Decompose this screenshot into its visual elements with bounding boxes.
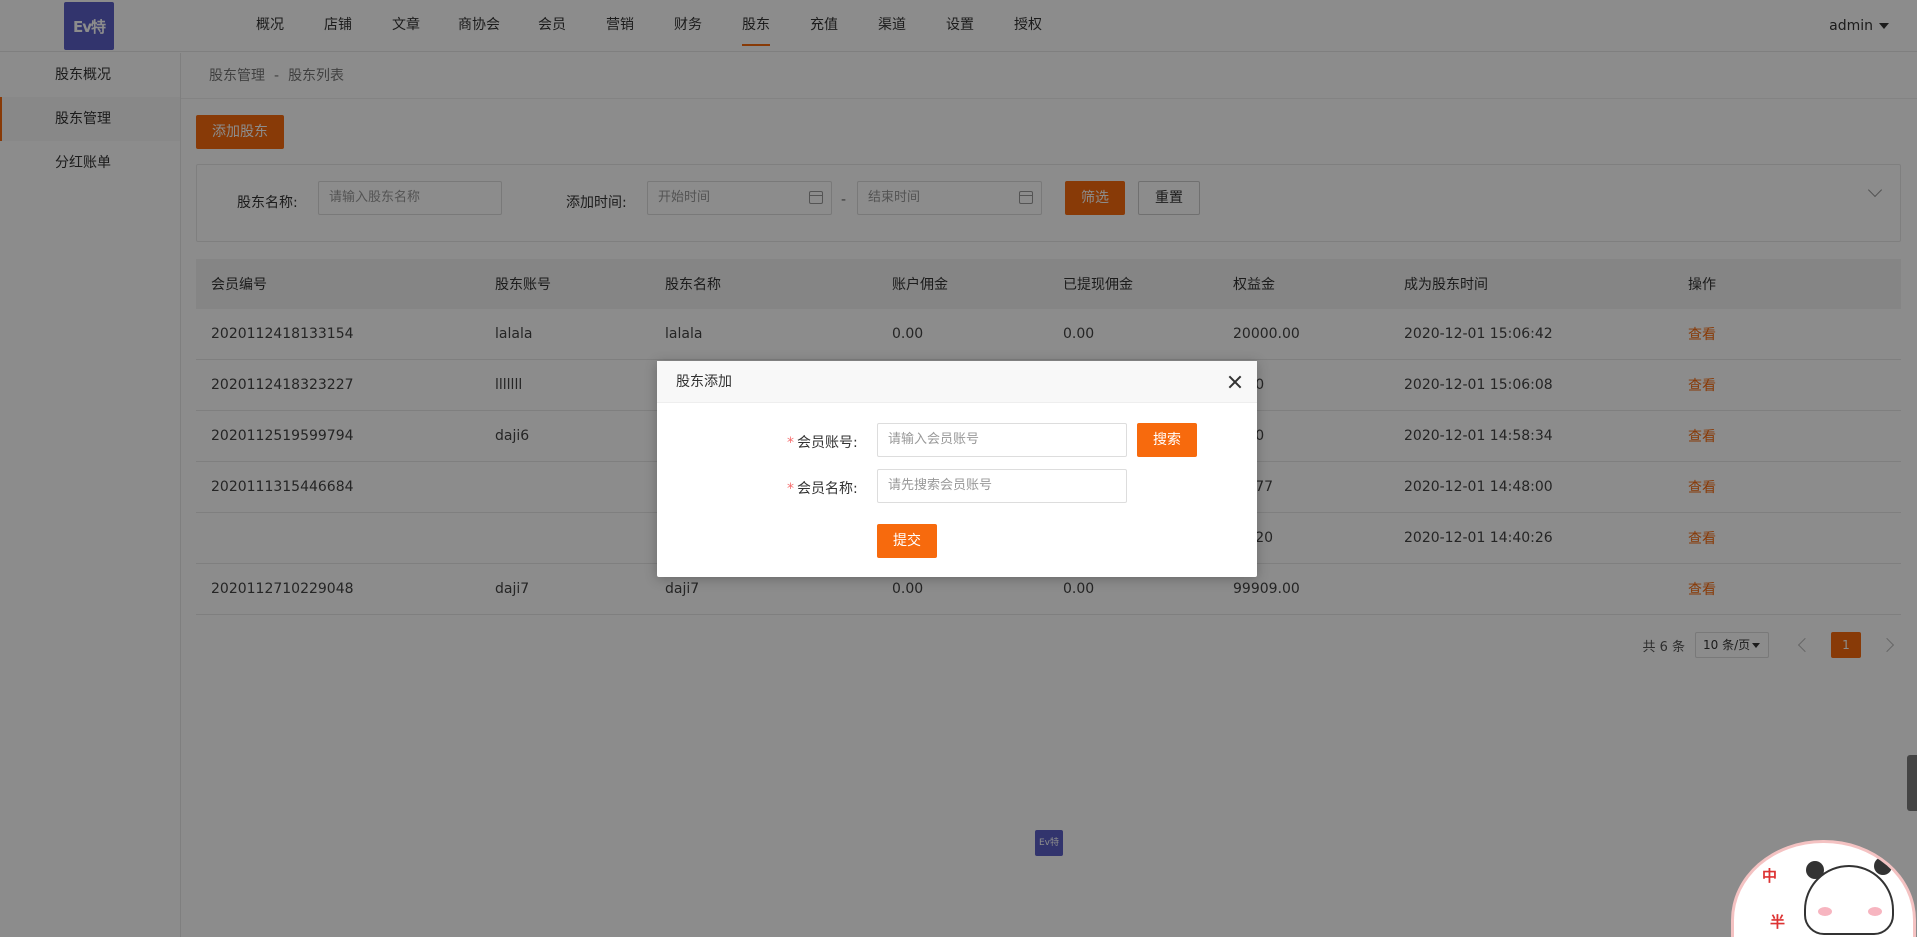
close-icon[interactable] <box>1227 374 1243 390</box>
member-name-placeholder: 请先搜索会员账号 <box>888 478 993 493</box>
member-name-label-text: 会员名称: <box>797 481 858 497</box>
dialog-header: 股东添加 <box>657 361 1257 403</box>
member-name-input[interactable]: 请先搜索会员账号 <box>877 469 1127 503</box>
mascot-cheek <box>1818 907 1832 916</box>
search-button[interactable]: 搜索 <box>1137 423 1197 457</box>
add-shareholder-dialog: 股东添加 * 会员账号: 请输入会员账号 搜索 * 会员名称: 请先搜索会员账号 提… <box>657 361 1257 577</box>
member-account-label-text: 会员账号: <box>797 435 858 451</box>
member-account-placeholder: 请输入会员账号 <box>888 432 980 447</box>
mascot-char: 半 <box>1770 913 1786 931</box>
required-mark: * <box>787 481 794 497</box>
member-account-input[interactable]: 请输入会员账号 <box>877 423 1127 457</box>
dialog-title: 股东添加 <box>676 374 732 390</box>
submit-button[interactable]: 提交 <box>877 524 937 558</box>
member-name-label: * 会员名称: <box>787 478 858 498</box>
side-widget[interactable] <box>1907 755 1917 811</box>
mascot-cheek <box>1868 907 1882 916</box>
mascot-char: 中 <box>1762 867 1778 885</box>
member-account-label: * 会员账号: <box>787 432 858 452</box>
required-mark: * <box>787 435 794 451</box>
mascot-ear <box>1874 857 1892 875</box>
